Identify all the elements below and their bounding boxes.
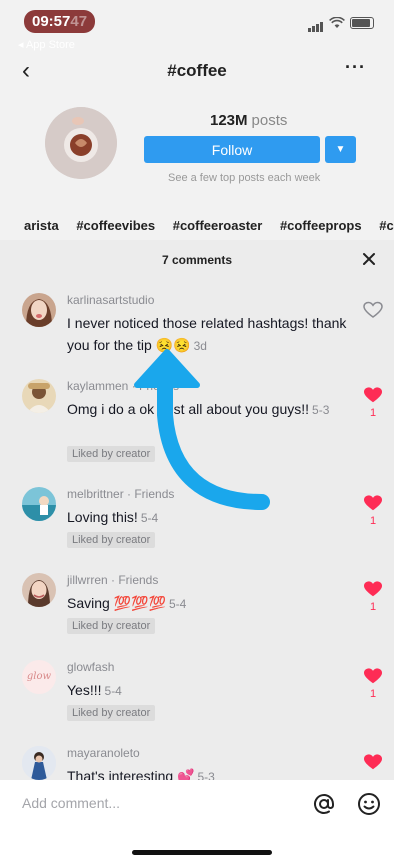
comment-time: 5-4 [169,597,187,611]
wifi-icon [329,17,345,28]
heart-icon [364,668,382,684]
like-button[interactable]: 1 [362,580,384,613]
comments-count: 7 comments [161,253,233,267]
comment-time: 5-3 [197,770,215,780]
related-tag[interactable]: arista [24,218,59,233]
at-icon[interactable] [312,792,336,816]
like-count: 1 [369,515,377,527]
avatar[interactable] [22,746,56,780]
liked-by-creator-badge: Liked by creator [67,446,156,462]
follow-subtitle: See a few top posts each week [168,172,321,184]
liked-by-creator-badge: Liked by creator [67,618,156,634]
comment-item: kaylammen · Friends Omg i do a ok post a… [0,376,394,466]
hashtag-cover-image [45,107,117,179]
like-count: 1 [369,601,377,613]
comment-input-bar [0,780,394,830]
avatar[interactable]: glow [22,660,56,694]
comment-text: Omg i do a ok post all about you guys!! 5… [67,398,357,421]
posts-word: posts [251,112,288,129]
comment-username[interactable]: karlinasartstudio [67,293,154,307]
signal-icon [308,14,324,32]
avatar[interactable] [22,573,56,607]
like-button[interactable]: 1 [362,494,384,527]
comment-item: melbrittner · Friends Loving this! 5-4 Li… [0,484,394,554]
like-count: 1 [369,407,377,419]
ellipsis-icon[interactable]: ··· [345,57,366,78]
comments-sheet: 7 comments karlinasartstudio I never not… [0,240,394,780]
comment-text: Saving 💯💯💯 5-4 [67,592,357,615]
comment-username[interactable]: melbrittner · Friends [67,487,174,501]
heart-icon [364,754,382,770]
comment-username[interactable]: jillwrren · Friends [67,573,158,587]
emoji-icon[interactable] [357,792,381,816]
avatar[interactable] [22,293,56,327]
close-icon[interactable] [358,248,380,270]
posts-number: 123M [210,112,248,129]
status-icons [308,14,374,32]
heart-icon [364,581,382,597]
chevron-down-icon[interactable]: ▼ [325,136,356,163]
coffee-cup-image [45,107,117,179]
home-indicator[interactable] [132,850,272,855]
comment-item: jillwrren · Friends Saving 💯💯💯 5-4 Liked … [0,570,394,640]
liked-by-creator-badge: Liked by creator [67,705,156,721]
comments-header: 7 comments [0,240,394,280]
comment-body: Omg i do a ok post all about you guys!! [67,401,310,417]
comment-text: Yes!!! 5-4 [67,679,357,702]
comment-time: 5-3 [312,403,330,417]
comment-body: Yes!!! [67,682,102,698]
comment-text: That's interesting 💕 5-3 [67,765,357,780]
related-tag[interactable]: #coffeeprops [280,218,362,233]
comment-username[interactable]: glowfash [67,660,114,674]
battery-icon [350,17,374,29]
related-tag[interactable]: #c [379,218,393,233]
comment-item: mayaranoleto That's interesting 💕 5-3 [0,743,394,780]
status-time-suffix: 47 [70,13,88,30]
comment-body: Saving 💯💯💯 [67,595,166,611]
comment-body: Loving this! [67,509,138,525]
comment-username[interactable]: kaylammen · Friends [67,379,179,393]
avatar[interactable] [22,379,56,413]
avatar-text: glow [26,671,52,682]
comment-time: 3d [193,339,207,353]
heart-icon [364,387,382,403]
status-time: 09:5747 [24,10,96,33]
back-to-app-store-link[interactable]: ◂ App Store [18,38,75,51]
status-time-text: 09:57 [32,13,71,30]
comment-text: Loving this! 5-4 [67,506,357,529]
like-button[interactable]: 1 [362,667,384,700]
like-button[interactable] [362,753,384,776]
comment-text: I never noticed those related hashtags! … [67,312,357,357]
nav-bar: ‹ #coffee ··· [0,55,394,89]
comment-body: That's interesting 💕 [67,768,195,780]
comment-time: 5-4 [140,511,159,525]
page-title: #coffee [167,61,227,80]
like-button[interactable]: 1 [362,386,384,419]
like-count: 1 [369,688,377,700]
avatar[interactable] [22,487,56,521]
comment-username[interactable]: mayaranoleto [67,746,140,760]
heart-icon [364,495,382,511]
comment-time: 5-4 [104,684,122,698]
comment-item: glow glowfash Yes!!! 5-4 Liked by creator… [0,657,394,727]
related-hashtags: arista #coffeevibes #coffeeroaster #coff… [24,218,394,233]
posts-count: 123M posts [210,112,287,129]
comment-input[interactable] [22,790,262,816]
heart-outline-icon[interactable] [362,300,384,320]
liked-by-creator-badge: Liked by creator [67,532,156,548]
comment-item: karlinasartstudio I never noticed those … [0,290,394,370]
status-bar: 09:5747 ◂ App Store [0,0,394,55]
follow-button[interactable]: Follow [144,136,320,163]
hashtag-page-background: 09:5747 ◂ App Store ‹ #coffee ··· 123M p… [0,0,394,240]
related-tag[interactable]: #coffeevibes [76,218,155,233]
related-tag[interactable]: #coffeeroaster [173,218,263,233]
